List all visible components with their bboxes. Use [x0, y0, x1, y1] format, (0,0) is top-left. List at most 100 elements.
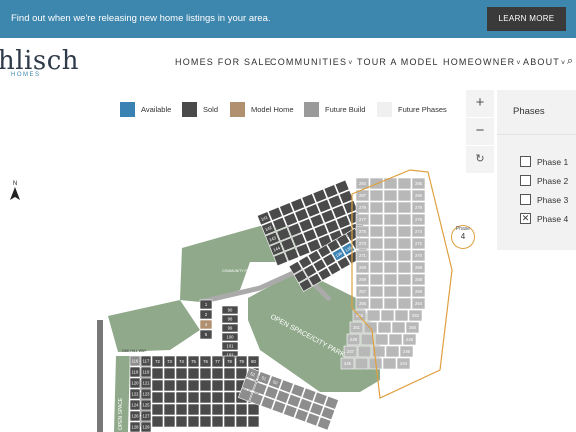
lot[interactable] — [394, 309, 409, 322]
lot[interactable] — [221, 314, 239, 324]
lot[interactable] — [326, 238, 341, 253]
lot[interactable] — [357, 345, 372, 358]
lot[interactable] — [397, 285, 412, 298]
lot[interactable] — [139, 403, 152, 416]
lot[interactable] — [211, 403, 224, 416]
lot[interactable] — [247, 415, 260, 428]
lot[interactable] — [264, 385, 279, 400]
lot[interactable] — [316, 198, 332, 214]
lot[interactable] — [283, 404, 298, 419]
lot[interactable] — [151, 367, 164, 380]
lot[interactable] — [303, 264, 318, 278]
lot[interactable] — [313, 223, 329, 238]
lot[interactable] — [175, 403, 188, 416]
lot[interactable] — [360, 333, 375, 346]
lot[interactable] — [221, 332, 239, 342]
lot[interactable] — [331, 204, 347, 219]
lot[interactable] — [298, 255, 313, 270]
nav-tour-a-model[interactable]: TOUR A MODEL — [357, 57, 439, 67]
lot[interactable] — [382, 357, 397, 370]
lot[interactable] — [199, 319, 213, 330]
lot[interactable] — [139, 379, 152, 392]
lot[interactable] — [411, 213, 426, 226]
lot[interactable] — [290, 383, 306, 398]
lot[interactable] — [397, 237, 412, 250]
lot[interactable] — [223, 415, 236, 428]
lot[interactable] — [223, 391, 236, 404]
lot[interactable] — [355, 285, 370, 298]
lot[interactable] — [383, 249, 398, 262]
lot[interactable] — [140, 399, 152, 411]
lot[interactable] — [199, 299, 213, 310]
lot[interactable] — [151, 355, 164, 368]
lot[interactable] — [338, 189, 354, 205]
lot[interactable] — [223, 379, 236, 392]
lot[interactable] — [368, 357, 383, 370]
lot[interactable] — [346, 333, 361, 346]
lot[interactable] — [397, 249, 412, 262]
lot[interactable] — [340, 225, 355, 240]
lot[interactable] — [249, 391, 264, 406]
lot[interactable] — [199, 391, 212, 404]
lot[interactable] — [411, 237, 426, 250]
lot[interactable] — [383, 225, 398, 238]
lot[interactable] — [247, 355, 260, 368]
lot[interactable] — [290, 197, 305, 212]
lot[interactable] — [211, 355, 224, 368]
lot[interactable] — [352, 309, 367, 322]
lot[interactable] — [245, 367, 260, 382]
learn-more-button[interactable]: LEARN MORE — [487, 7, 566, 31]
lot[interactable] — [317, 233, 333, 249]
lot[interactable] — [235, 379, 248, 392]
lot[interactable] — [293, 269, 308, 284]
lot[interactable] — [369, 249, 384, 262]
lot[interactable] — [331, 247, 346, 262]
lot[interactable] — [211, 379, 224, 392]
lot[interactable] — [355, 249, 370, 262]
lot[interactable] — [268, 206, 283, 221]
lot[interactable] — [298, 278, 313, 292]
lot[interactable] — [235, 391, 248, 404]
lot[interactable] — [369, 297, 384, 310]
lot[interactable] — [355, 213, 370, 226]
lot[interactable] — [383, 261, 398, 274]
nav-communities[interactable]: COMMUNITIES˅ — [270, 57, 354, 67]
lot[interactable] — [235, 403, 248, 416]
lot[interactable] — [309, 402, 324, 417]
lot[interactable] — [397, 297, 412, 310]
lot[interactable] — [235, 367, 248, 380]
nav-about[interactable]: ABOUT˅ — [523, 57, 566, 67]
lot[interactable] — [411, 201, 426, 214]
lot[interactable] — [139, 367, 152, 380]
lot[interactable] — [211, 367, 224, 380]
lot[interactable] — [305, 412, 321, 427]
lot[interactable] — [383, 297, 398, 310]
lot[interactable] — [322, 253, 337, 267]
lot[interactable] — [272, 216, 287, 232]
lot[interactable] — [175, 391, 188, 404]
lot[interactable] — [349, 321, 364, 334]
lot[interactable] — [411, 225, 426, 238]
lot[interactable] — [187, 391, 200, 404]
lot[interactable] — [129, 377, 141, 389]
lot[interactable] — [247, 391, 260, 404]
lot[interactable] — [334, 179, 350, 194]
lot[interactable] — [302, 228, 318, 243]
lot[interactable] — [383, 177, 398, 190]
lot[interactable] — [369, 189, 384, 202]
lot[interactable] — [139, 355, 152, 368]
lot[interactable] — [163, 391, 176, 404]
lot[interactable] — [363, 321, 378, 334]
lot[interactable] — [320, 209, 336, 224]
lot[interactable] — [343, 345, 358, 358]
lot[interactable] — [241, 377, 257, 392]
lot[interactable] — [187, 415, 200, 428]
lot[interactable] — [221, 305, 239, 315]
lot[interactable] — [323, 184, 339, 199]
lot[interactable] — [223, 367, 236, 380]
lot[interactable] — [312, 258, 327, 273]
lot[interactable] — [280, 237, 296, 252]
lot[interactable] — [366, 309, 381, 322]
lot[interactable] — [371, 345, 386, 358]
lot[interactable] — [383, 213, 398, 226]
